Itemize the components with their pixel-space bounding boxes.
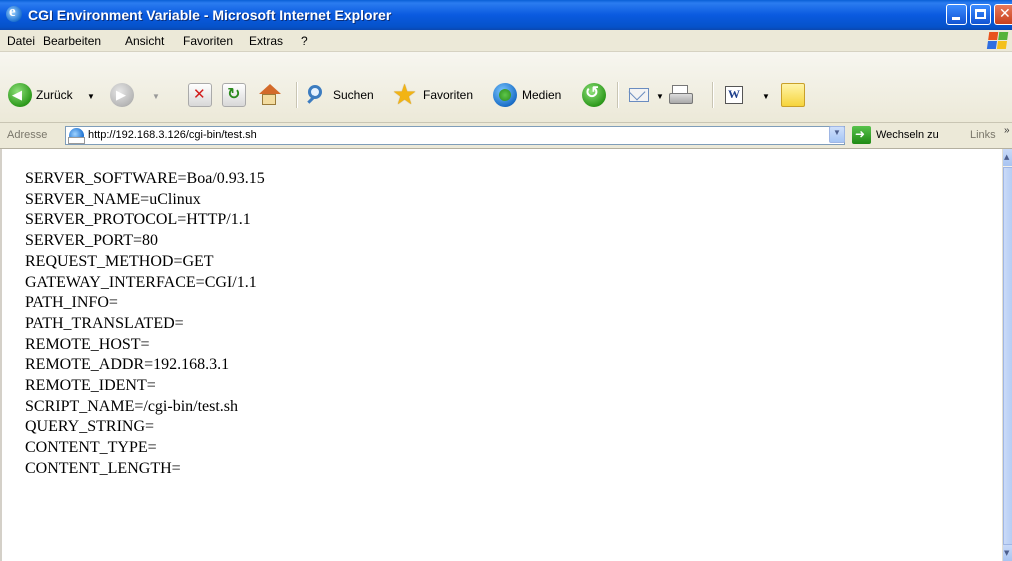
env-line: REMOTE_ADDR=192.168.3.1 <box>25 356 230 374</box>
env-line: SCRIPT_NAME=/cgi-bin/test.sh <box>25 397 239 415</box>
env-line: REQUEST_METHOD=GET <box>25 252 214 270</box>
chevron-down-icon[interactable]: ▼ <box>87 92 95 101</box>
back-label: Zurück <box>36 88 73 102</box>
address-url[interactable]: http://192.168.3.126/cgi-bin/test.sh <box>88 129 257 141</box>
home-button[interactable] <box>257 83 281 107</box>
search-button[interactable]: Suchen <box>304 83 380 107</box>
edit-button[interactable]: ▼ <box>722 83 774 107</box>
mail-button[interactable]: ▼ <box>628 83 668 107</box>
links-button[interactable]: Links <box>970 129 996 141</box>
favorites-icon <box>392 78 417 111</box>
forward-icon <box>110 83 134 107</box>
search-icon <box>304 83 328 107</box>
favorites-label: Favoriten <box>423 88 474 102</box>
env-line: REMOTE_IDENT= <box>25 377 156 395</box>
menu-bar: Datei Bearbeiten Ansicht Favoriten Extra… <box>0 30 1012 52</box>
address-bar: Adresse http://192.168.3.126/cgi-bin/tes… <box>0 123 1012 149</box>
toolbar-separator <box>712 82 714 108</box>
messenger-button[interactable] <box>781 83 805 107</box>
maximize-button[interactable] <box>970 4 991 25</box>
back-button[interactable]: Zurück ▼ <box>8 83 98 107</box>
search-label: Suchen <box>333 88 374 102</box>
toolbar-separator <box>617 82 619 108</box>
menu-favoriten[interactable]: Favoriten <box>183 34 233 48</box>
close-button[interactable] <box>994 4 1012 25</box>
env-line: SERVER_PROTOCOL=HTTP/1.1 <box>25 211 251 229</box>
env-line: SERVER_PORT=80 <box>25 232 159 250</box>
env-line: CONTENT_TYPE= <box>25 439 157 457</box>
windows-logo-icon <box>986 32 1010 50</box>
history-icon <box>582 83 606 107</box>
print-icon <box>669 83 693 107</box>
page-content: SERVER_SOFTWARE=Boa/0.93.15 SERVER_NAME=… <box>2 149 1002 561</box>
env-variable-list: SERVER_SOFTWARE=Boa/0.93.15 SERVER_NAME=… <box>25 169 265 480</box>
env-line: SERVER_NAME=uClinux <box>25 190 201 208</box>
scroll-up-button[interactable] <box>1003 149 1012 166</box>
env-line: PATH_INFO= <box>25 294 118 312</box>
media-label: Medien <box>522 88 562 102</box>
chevron-down-icon[interactable]: ▼ <box>152 92 160 101</box>
window-title: CGI Environment Variable - Microsoft Int… <box>28 7 392 23</box>
favorites-button[interactable]: Favoriten <box>392 78 486 111</box>
go-icon[interactable] <box>852 126 871 144</box>
toolbar-separator <box>296 82 298 108</box>
go-button[interactable]: Wechseln zu <box>876 129 939 141</box>
env-line: GATEWAY_INTERFACE=CGI/1.1 <box>25 273 257 291</box>
messenger-icon <box>781 83 805 107</box>
home-icon <box>257 83 281 107</box>
address-input[interactable]: http://192.168.3.126/cgi-bin/test.sh <box>65 126 845 145</box>
address-label: Adresse <box>7 129 48 141</box>
stop-button[interactable] <box>188 83 212 107</box>
menu-extras[interactable]: Extras <box>249 34 283 48</box>
print-button[interactable] <box>669 83 693 107</box>
standard-toolbar: Zurück ▼ ▼ Suchen Favoriten Medien ▼ ▼ <box>0 52 1012 123</box>
forward-button[interactable]: ▼ <box>110 83 160 107</box>
env-line: SERVER_SOFTWARE=Boa/0.93.15 <box>25 170 265 187</box>
vertical-scrollbar[interactable] <box>1002 149 1012 561</box>
internet-explorer-icon[interactable] <box>6 4 22 22</box>
chevron-down-icon[interactable]: ▼ <box>762 92 770 101</box>
media-button[interactable]: Medien <box>493 83 573 107</box>
env-line: CONTENT_LENGTH= <box>25 459 181 477</box>
refresh-icon <box>222 83 246 107</box>
chevron-right-icon[interactable]: » <box>1004 125 1010 136</box>
chevron-down-icon[interactable]: ▼ <box>656 92 664 101</box>
scroll-thumb[interactable] <box>1003 167 1012 545</box>
env-line: PATH_TRANSLATED= <box>25 314 184 332</box>
menu-ansicht[interactable]: Ansicht <box>125 34 164 48</box>
menu-datei[interactable]: Datei <box>7 34 35 48</box>
menu-bearbeiten[interactable]: Bearbeiten <box>43 34 101 48</box>
env-line: QUERY_STRING= <box>25 418 155 436</box>
refresh-button[interactable] <box>222 83 246 107</box>
media-icon <box>493 83 517 107</box>
menu-help[interactable]: ? <box>301 34 308 48</box>
edit-icon <box>722 83 746 107</box>
scroll-down-button[interactable] <box>1003 545 1012 561</box>
minimize-button[interactable] <box>946 4 967 25</box>
title-bar[interactable]: CGI Environment Variable - Microsoft Int… <box>0 0 1012 30</box>
address-dropdown-button[interactable] <box>829 126 845 143</box>
back-icon <box>8 83 32 107</box>
env-line: REMOTE_HOST= <box>25 335 150 353</box>
history-button[interactable] <box>582 83 606 107</box>
page-icon <box>68 128 85 144</box>
mail-icon <box>628 83 652 107</box>
stop-icon <box>188 83 212 107</box>
